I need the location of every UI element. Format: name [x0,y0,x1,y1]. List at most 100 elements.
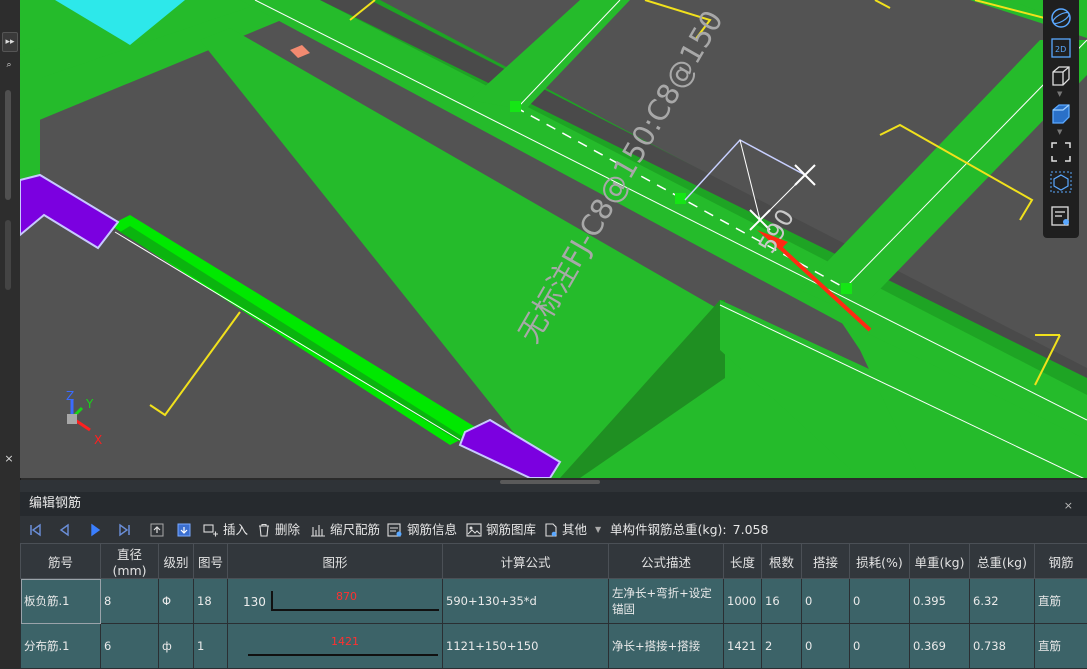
cell-grade[interactable]: Φ [159,579,194,624]
cell-name[interactable]: 1 板负筋.1 [21,579,101,624]
total-weight-label: 单构件钢筋总重(kg): [610,518,727,542]
fullscreen-icon[interactable] [1049,140,1073,164]
cell-length[interactable]: 1000 [724,579,762,624]
table-row[interactable]: 2 分布筋.1 6 ф 1 1421 1121+150+150 净长+搭接+搭接… [21,624,1087,669]
cell-length[interactable]: 1421 [724,624,762,669]
cell-count[interactable]: 16 [762,579,802,624]
cell-count[interactable]: 2 [762,624,802,669]
col-header[interactable]: 直径(mm) [101,544,159,579]
cell-loss[interactable]: 0 [850,624,910,669]
total-weight-value: 7.058 [733,518,769,542]
chevron-down-icon[interactable]: ▼ [1057,128,1062,136]
chevron-down-icon: ▼ [595,518,601,542]
grip-handle [841,283,852,294]
panel-toolbar: 插入 删除 缩尺配筋 钢筋信息 钢筋图库 其他 ▼ 单构件钢筋总重(kg): 7… [20,518,1087,542]
cell-name[interactable]: 2 分布筋.1 [21,624,101,669]
cell-grade[interactable]: ф [159,624,194,669]
sphere-icon[interactable] [1049,6,1073,30]
cell-diameter[interactable]: 8 [101,579,159,624]
next-record-button[interactable] [88,518,106,542]
close-icon[interactable]: × [2,450,16,468]
rebar-table: 筋号 直径(mm) 级别 图号 图形 计算公式 公式描述 长度 根数 搭接 损耗… [20,543,1087,669]
insert-label: 插入 [223,518,248,542]
cell-fig[interactable]: 18 [194,579,228,624]
model-canvas[interactable]: 无标注FJ-C8@150:C8@150 590 Z Y X [20,0,1087,478]
table-row[interactable]: 1 板负筋.1 8 Φ 18 130 870 590+130+35*d 左净长+… [21,579,1087,624]
col-header[interactable]: 计算公式 [443,544,609,579]
col-header[interactable]: 长度 [724,544,762,579]
rebar-library-button[interactable]: 钢筋图库 [466,518,536,542]
chevron-down-icon[interactable]: ▼ [1057,90,1062,98]
col-header[interactable]: 筋号 [21,544,101,579]
cell-total-weight[interactable]: 0.738 [970,624,1035,669]
box-select-icon[interactable] [1049,170,1073,194]
search-icon[interactable]: ⌕ [2,56,16,74]
col-header[interactable]: 总重(kg) [970,544,1035,579]
rebar-info-label: 钢筋信息 [407,518,457,542]
edit-rebar-panel: 编辑钢筋 × 插入 删除 缩尺配筋 [20,480,1087,660]
beam-region [20,48,40,180]
col-header[interactable]: 单重(kg) [910,544,970,579]
left-scrollbar[interactable] [5,90,11,200]
expand-panel-button[interactable]: ▸▸ [2,32,18,52]
col-header[interactable]: 损耗(%) [850,544,910,579]
properties-icon[interactable] [1049,204,1073,228]
cell-formula[interactable]: 1121+150+150 [443,624,609,669]
col-header[interactable]: 搭接 [802,544,850,579]
first-record-button[interactable] [28,518,46,542]
cell-shape[interactable]: 130 870 [228,579,443,624]
shape-main-length: 1421 [331,635,359,648]
table-header-row: 筋号 直径(mm) 级别 图号 图形 计算公式 公式描述 长度 根数 搭接 损耗… [21,544,1087,579]
insert-button[interactable]: 插入 [203,518,248,542]
rebar-info-button[interactable]: 钢筋信息 [387,518,457,542]
grip-handle [510,101,521,112]
grip-handle [675,193,686,204]
cell-formula[interactable]: 590+130+35*d [443,579,609,624]
cell-fig[interactable]: 1 [194,624,228,669]
cell-desc[interactable]: 净长+搭接+搭接 [609,624,724,669]
trash-icon [257,523,271,537]
cell-unit-weight[interactable]: 0.369 [910,624,970,669]
col-header[interactable]: 根数 [762,544,802,579]
prev-record-button[interactable] [58,518,76,542]
panel-resize-handle[interactable] [500,480,600,484]
shape-line [271,609,439,611]
last-record-button[interactable] [118,518,136,542]
document-icon [544,523,558,537]
z-axis-label: Z [66,389,74,403]
view-toolbar: 2D ▼ ▼ [1043,0,1079,238]
cell-total-weight[interactable]: 6.32 [970,579,1035,624]
delete-button[interactable]: 删除 [257,518,300,542]
col-header[interactable]: 图形 [228,544,443,579]
close-icon[interactable]: × [1064,494,1073,518]
other-dropdown[interactable]: 其他 ▼ [544,518,601,542]
2d-icon[interactable]: 2D [1049,36,1073,60]
cell-lap[interactable]: 0 [802,624,850,669]
svg-text:2D: 2D [1055,45,1066,54]
cube-filled-icon[interactable] [1049,102,1073,126]
cell-unit-weight[interactable]: 0.395 [910,579,970,624]
cell-diameter[interactable]: 6 [101,624,159,669]
library-icon [466,523,482,537]
scale-rebar-label: 缩尺配筋 [330,518,380,542]
cell-loss[interactable]: 0 [850,579,910,624]
delete-label: 删除 [275,518,300,542]
cell-desc[interactable]: 左净长+弯折+设定锚固 [609,579,724,624]
col-header[interactable]: 级别 [159,544,194,579]
cell-type[interactable]: 直筋 [1035,579,1087,624]
shape-line [248,654,438,656]
col-header[interactable]: 钢筋 [1035,544,1087,579]
rebar-library-label: 钢筋图库 [486,518,536,542]
cell-lap[interactable]: 0 [802,579,850,624]
move-down-button[interactable] [177,518,195,542]
col-header[interactable]: 公式描述 [609,544,724,579]
cell-type[interactable]: 直筋 [1035,624,1087,669]
col-header[interactable]: 图号 [194,544,228,579]
cube-outline-icon[interactable] [1049,64,1073,88]
panel-title-text: 编辑钢筋 [29,496,81,511]
move-up-button[interactable] [150,518,168,542]
scale-rebar-button[interactable]: 缩尺配筋 [310,518,380,542]
cell-shape[interactable]: 1421 [228,624,443,669]
3d-viewport[interactable]: 无标注FJ-C8@150:C8@150 590 Z Y X [20,0,1087,478]
scale-icon [310,523,326,537]
